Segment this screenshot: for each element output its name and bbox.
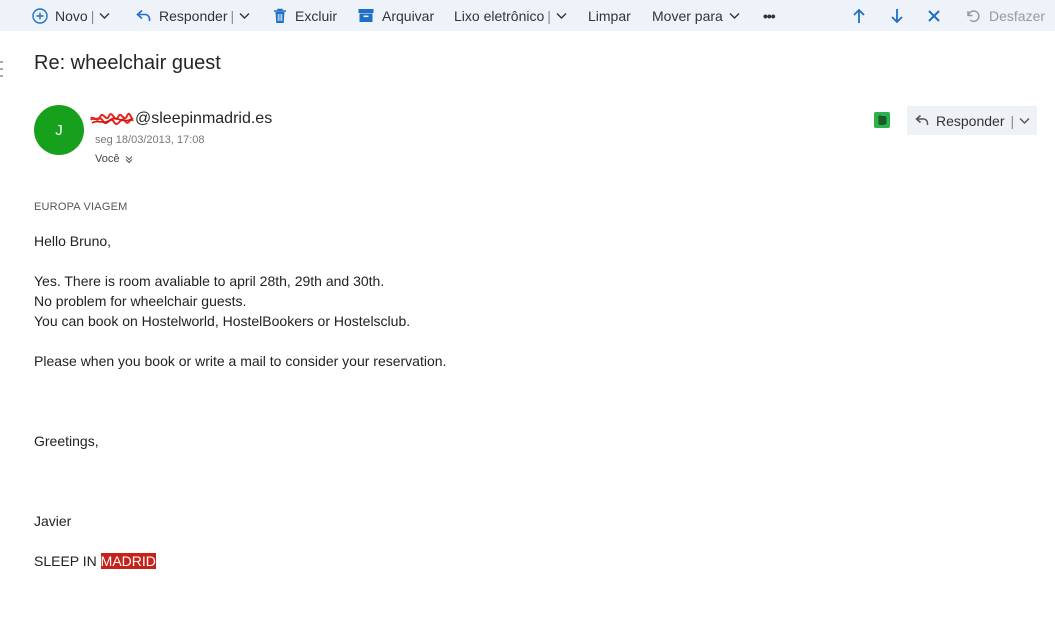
chevron-down-icon[interactable] [99,12,110,20]
undo-label: Desfazer [989,7,1046,24]
signature-company-prefix: SLEEP IN [34,553,101,569]
reply-icon [136,9,152,23]
header-reply-label: Responder [936,112,1005,129]
close-icon [927,9,941,23]
junk-label: Lixo eletrônico [454,7,545,24]
arrow-up-icon [852,8,866,24]
message-subject: Re: wheelchair guest [34,52,221,74]
junk-button[interactable]: Lixo eletrônico | [454,0,567,31]
avatar-initial: J [55,121,63,139]
move-to-button[interactable]: Mover para [652,0,740,31]
archive-box-icon [358,8,374,23]
more-icon: ••• [763,7,776,24]
recipients[interactable]: Você [95,153,133,165]
signature-company-highlight: MADRID [100,553,156,569]
plus-circle-icon [32,7,48,24]
body-greeting: Hello Bruno, [34,233,112,249]
delete-button[interactable]: Excluir [273,0,337,31]
body-line-2: No problem for wheelchair guests. [34,293,247,309]
signature-name: Javier [34,513,72,529]
undo-icon [966,9,981,23]
evernote-addin-icon[interactable] [874,112,890,128]
signature-company: SLEEP IN MADRID [34,553,156,569]
arrow-down-icon [890,8,904,24]
archive-label: Arquivar [382,7,435,24]
previous-message-button[interactable] [852,0,866,31]
chevron-down-icon [729,12,740,20]
body-line-1: Yes. There is room avaliable to april 28… [34,273,385,289]
new-button[interactable]: Novo | [32,0,110,31]
expand-recipients-icon[interactable] [125,155,133,164]
sweep-button[interactable]: Limpar [588,0,631,31]
recipient-you: Você [95,153,120,165]
chevron-down-icon[interactable] [1019,117,1030,125]
collapsed-pane-edge [0,60,4,78]
sender-domain: @sleepinmadrid.es [135,110,273,127]
next-message-button[interactable] [890,0,904,31]
reply-icon [915,114,930,127]
new-label: Novo [55,7,88,24]
chevron-down-icon[interactable] [556,12,567,20]
delete-label: Excluir [295,7,338,24]
body-closing: Greetings, [34,433,99,449]
move-label: Mover para [652,7,723,24]
avatar[interactable]: J [34,105,84,155]
reply-label: Responder [159,7,228,24]
trash-icon [273,8,287,24]
body-line-3: You can book on Hostelworld, HostelBooke… [34,313,411,329]
more-actions-button[interactable]: ••• [763,0,776,31]
category-label: EUROPA VIAGEM [34,201,128,213]
redaction-scribble [90,112,134,126]
sweep-label: Limpar [588,7,631,24]
sender-address[interactable]: @sleepinmadrid.es [90,110,272,128]
archive-button[interactable]: Arquivar [358,0,434,31]
header-reply-button[interactable]: Responder | [907,106,1037,135]
body-line-4: Please when you book or write a mail to … [34,353,447,369]
chevron-down-icon[interactable] [239,12,250,20]
message-date: seg 18/03/2013, 17:08 [95,134,205,146]
reply-button[interactable]: Responder | [136,0,250,31]
close-message-button[interactable] [927,0,941,31]
undo-button[interactable]: Desfazer [966,0,1045,31]
command-bar: Novo | Responder | Excluir Arquivar Lixo… [0,0,1055,31]
